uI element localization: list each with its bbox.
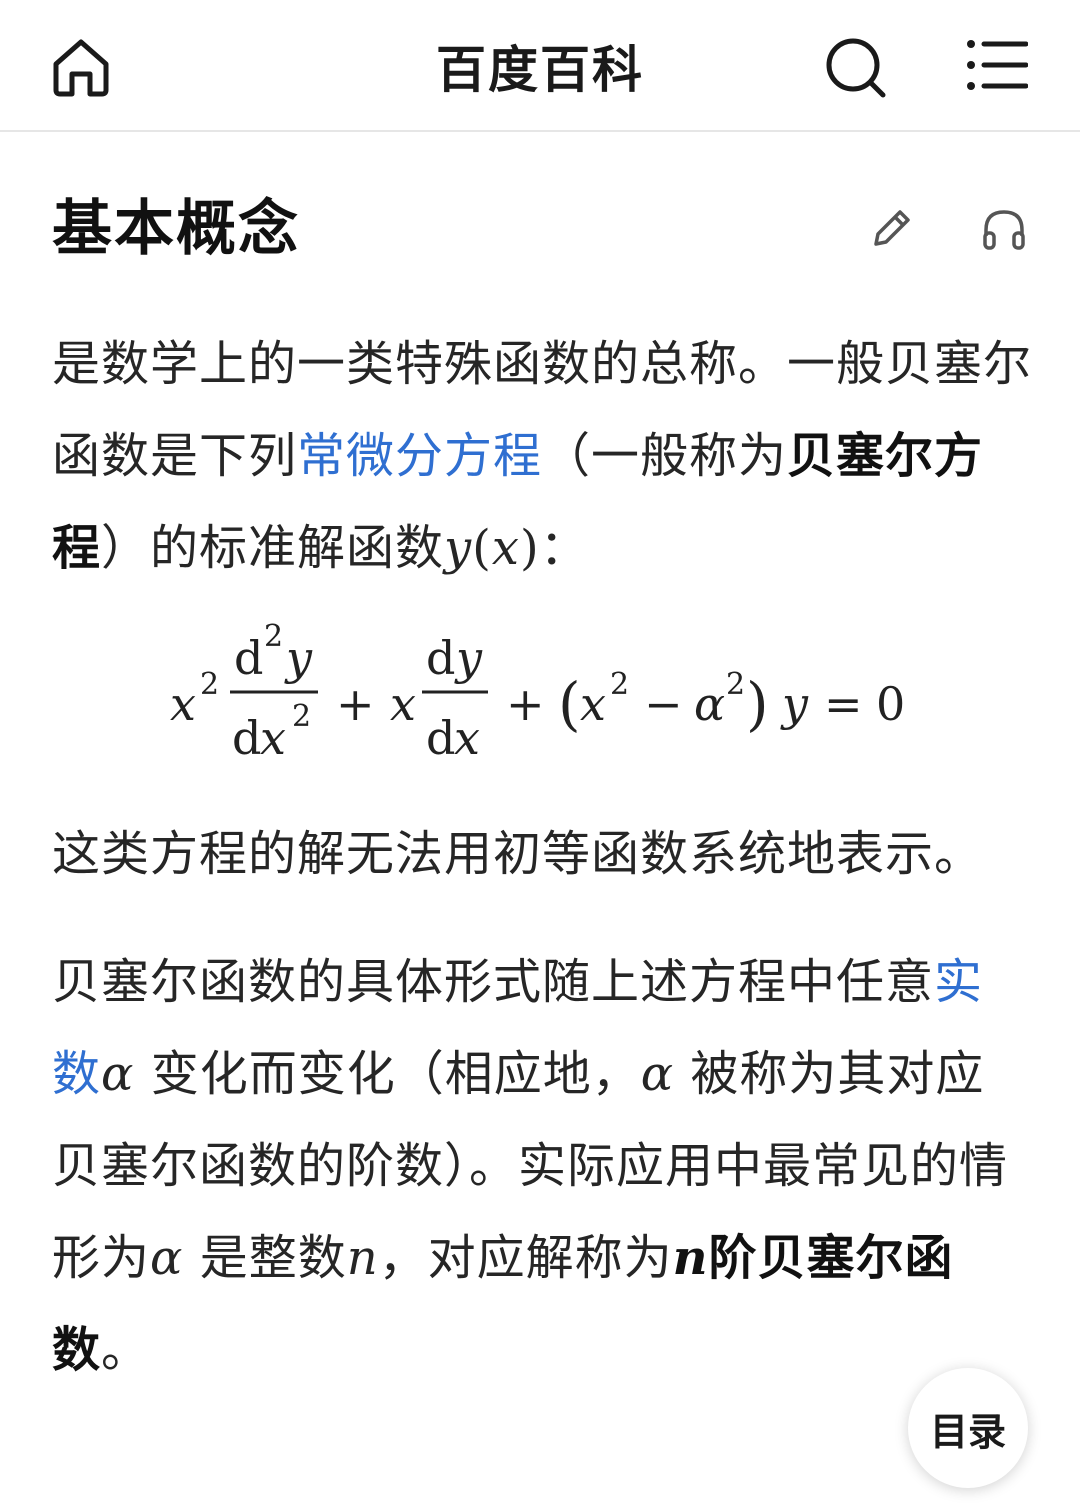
toc-label: 目录 bbox=[929, 1409, 1006, 1454]
eq-alpha: α bbox=[694, 677, 726, 731]
eq-sup: 2 bbox=[200, 667, 220, 702]
paragraph-no-elementary-solution: 这类方程的解无法用初等函数系统地表示。 bbox=[52, 808, 1032, 900]
text: ： bbox=[539, 520, 589, 576]
link-ordinary-differential-equation[interactable]: 常微分方程 bbox=[297, 428, 542, 484]
eq-x: x bbox=[454, 711, 481, 765]
eq-x: x bbox=[580, 677, 607, 731]
bold-math-n: n bbox=[672, 1230, 709, 1286]
eq-y: y bbox=[284, 631, 313, 685]
article-content: 是数学上的一类特殊函数的总称。一般贝塞尔函数是下列常微分方程（一般称为贝塞尔方程… bbox=[52, 318, 1032, 1396]
paragraph-order: 贝塞尔函数的具体形式随上述方程中任意实数α 变化而变化（相应地，α 被称为其对应… bbox=[52, 936, 1032, 1396]
eq-zero: 0 bbox=[876, 677, 906, 731]
text: 这类方程的解无法用初等函数系统地表示。 bbox=[52, 826, 984, 882]
eq-plus: + bbox=[506, 677, 546, 731]
eq-d: d bbox=[426, 711, 456, 765]
eq-plus: + bbox=[336, 677, 376, 731]
eq-sup: 2 bbox=[264, 619, 284, 654]
site-title: 百度百科 bbox=[436, 41, 644, 99]
eq-equals: = bbox=[824, 677, 864, 731]
eq-x: x bbox=[170, 677, 197, 731]
eq-paren: ( bbox=[558, 670, 582, 738]
text: 变化而变化（相应地， bbox=[134, 1046, 641, 1102]
search-icon[interactable] bbox=[824, 36, 888, 100]
table-of-contents-button[interactable]: 目录 bbox=[908, 1368, 1028, 1488]
eq-paren: ) bbox=[746, 670, 770, 738]
paragraph-definition: 是数学上的一类特殊函数的总称。一般贝塞尔函数是下列常微分方程（一般称为贝塞尔方程… bbox=[52, 318, 1032, 594]
eq-sup: 2 bbox=[610, 667, 630, 702]
eq-minus: − bbox=[644, 677, 684, 731]
math-paren: ( bbox=[472, 520, 492, 576]
eq-x: x bbox=[260, 711, 287, 765]
text: 是整数 bbox=[183, 1230, 347, 1286]
math-var-y: y bbox=[444, 520, 473, 576]
eq-d: d bbox=[232, 711, 262, 765]
text: ，对应解称为 bbox=[378, 1230, 673, 1286]
top-navigation-bar: 百度百科 bbox=[0, 0, 1080, 132]
eq-x: x bbox=[390, 677, 417, 731]
bessel-equation: x 2 d 2 y d x 2 + x d y d x + (x 2 − α … bbox=[52, 594, 1032, 808]
edit-icon[interactable] bbox=[868, 206, 914, 252]
text: （一般称为 bbox=[542, 428, 788, 484]
text: ）的标准解函数 bbox=[101, 520, 445, 576]
math-alpha: α bbox=[101, 1046, 135, 1102]
math-alpha: α bbox=[150, 1230, 184, 1286]
eq-d: d bbox=[234, 631, 264, 685]
math-var-x: x bbox=[491, 520, 520, 576]
text: 贝塞尔函数的具体形式随上述方程中任意 bbox=[52, 954, 935, 1010]
headphones-icon[interactable] bbox=[980, 206, 1028, 252]
eq-sup: 2 bbox=[726, 667, 746, 702]
eq-y: y bbox=[454, 631, 483, 685]
math-alpha: α bbox=[640, 1046, 675, 1102]
eq-sup: 2 bbox=[292, 699, 312, 734]
eq-y: y bbox=[780, 677, 809, 731]
menu-icon[interactable] bbox=[966, 38, 1029, 92]
math-paren: ) bbox=[519, 520, 540, 576]
math-n: n bbox=[346, 1230, 379, 1286]
eq-d: d bbox=[426, 631, 456, 685]
section-title: 基本概念 bbox=[52, 194, 300, 264]
text: 。 bbox=[101, 1322, 151, 1378]
